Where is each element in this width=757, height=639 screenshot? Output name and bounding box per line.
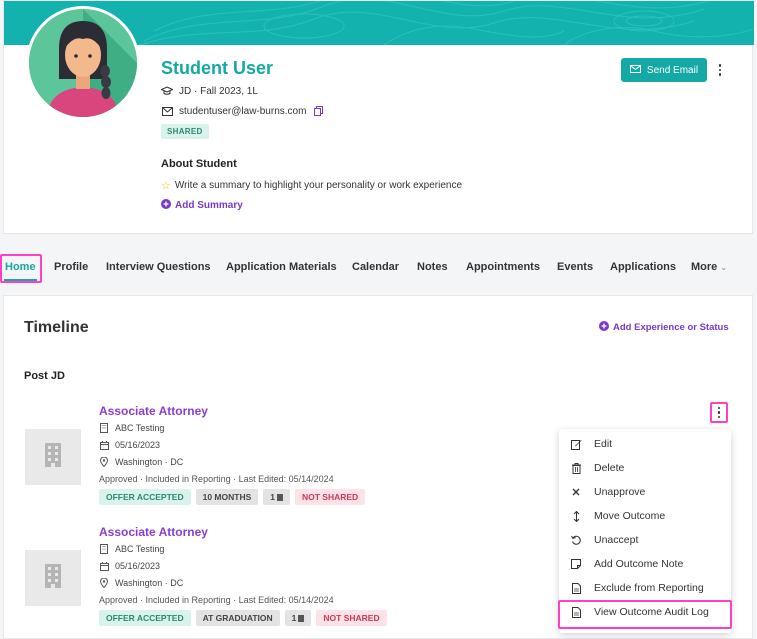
duration-badge: AT GRADUATION (195, 610, 280, 626)
tab-appointments[interactable]: Appointments (466, 261, 540, 273)
job-location-line: Washington · DC (99, 578, 183, 588)
add-experience-link[interactable]: Add Experience or Status (599, 321, 729, 334)
job-location-line: Washington · DC (99, 457, 183, 467)
building-icon (44, 563, 62, 593)
undo-icon (570, 534, 582, 546)
status-badge: OFFER ACCEPTED (99, 610, 191, 626)
tab-events[interactable]: Events (557, 261, 593, 273)
plus-circle-icon (599, 321, 609, 334)
shared-badge: SHARED (161, 124, 209, 139)
home-tab-highlight (0, 254, 42, 283)
tab-profile[interactable]: Profile (54, 261, 88, 273)
entry-more-menu-button[interactable] (710, 402, 728, 423)
duration-badge: 10 MONTHS (195, 489, 259, 505)
audit-log-highlight (558, 600, 732, 629)
move-icon (570, 510, 582, 522)
building-icon (44, 442, 62, 472)
plus-circle-icon (161, 199, 171, 212)
status-badge: OFFER ACCEPTED (99, 489, 191, 505)
organization-thumbnail (25, 550, 81, 606)
section-heading: Post JD (24, 370, 65, 382)
job-status: Approved · Included in Reporting · Last … (99, 595, 334, 605)
sharing-badge: NOT SHARED (295, 489, 366, 505)
menu-item-move-outcome[interactable]: Move Outcome (559, 504, 731, 528)
notes-count-badge: 1 (263, 489, 290, 505)
mail-icon (161, 105, 173, 117)
graduation-cap-icon (161, 85, 173, 97)
location-pin-icon (99, 457, 109, 467)
profile-more-menu-button[interactable] (712, 60, 728, 80)
calendar-icon (99, 440, 109, 450)
tab-calendar[interactable]: Calendar (352, 261, 399, 273)
email-line: studentuser@law-burns.com (161, 105, 324, 117)
building-icon (99, 423, 109, 433)
sharing-badge: NOT SHARED (316, 610, 387, 626)
calendar-icon (99, 561, 109, 571)
tab-bar: Home Profile Interview Questions Applica… (0, 252, 757, 282)
tab-notes[interactable]: Notes (417, 261, 448, 273)
job-title-link[interactable]: Associate Attorney (99, 525, 208, 539)
menu-item-unaccept[interactable]: Unaccept (559, 528, 731, 552)
menu-item-delete[interactable]: Delete (559, 456, 731, 480)
program-line: JD · Fall 2023, 1L (161, 85, 258, 97)
job-status: Approved · Included in Reporting · Last … (99, 474, 334, 484)
timeline-title: Timeline (24, 319, 89, 336)
trash-icon (570, 462, 582, 474)
profile-card: Student User JD · Fall 2023, 1L studentu… (3, 0, 754, 234)
x-icon (570, 486, 582, 498)
document-icon (570, 582, 582, 594)
about-text: ☆ Write a summary to highlight your pers… (161, 180, 463, 192)
notes-count-badge: 1 (284, 610, 312, 626)
menu-item-edit[interactable]: Edit (559, 432, 731, 456)
tab-application-materials[interactable]: Application Materials (226, 261, 337, 273)
tab-applications[interactable]: Applications (610, 261, 676, 273)
job-title-link[interactable]: Associate Attorney (99, 404, 208, 418)
copy-icon[interactable] (312, 105, 324, 117)
building-icon (99, 544, 109, 554)
avatar (26, 6, 140, 120)
location-pin-icon (99, 578, 109, 588)
student-name: Student User (161, 58, 274, 78)
about-title: About Student (161, 158, 237, 170)
note-icon (277, 493, 283, 501)
add-summary-link[interactable]: Add Summary (161, 199, 243, 212)
note-icon (570, 558, 582, 570)
job-badges: OFFER ACCEPTED 10 MONTHS 1 NOT SHARED (99, 489, 366, 505)
send-email-button[interactable]: Send Email (621, 58, 707, 82)
edit-icon (570, 438, 582, 450)
organization-thumbnail (25, 429, 81, 485)
email-text[interactable]: studentuser@law-burns.com (179, 106, 306, 117)
note-icon (298, 614, 305, 622)
tab-interview-questions[interactable]: Interview Questions (106, 261, 211, 273)
star-icon: ☆ (161, 180, 171, 192)
job-date-line: 05/16/2023 (99, 561, 160, 571)
chevron-down-icon: ⌄ (720, 263, 728, 272)
job-org-line: ABC Testing (99, 423, 164, 433)
menu-item-unapprove[interactable]: Unapprove (559, 480, 731, 504)
menu-item-exclude-from-reporting[interactable]: Exclude from Reporting (559, 576, 731, 600)
mail-icon (629, 64, 641, 76)
tab-more[interactable]: More ⌄ (691, 261, 727, 273)
menu-item-add-outcome-note[interactable]: Add Outcome Note (559, 552, 731, 576)
job-date-line: 05/16/2023 (99, 440, 160, 450)
job-badges: OFFER ACCEPTED AT GRADUATION 1 NOT SHARE… (99, 610, 387, 626)
job-org-line: ABC Testing (99, 544, 164, 554)
